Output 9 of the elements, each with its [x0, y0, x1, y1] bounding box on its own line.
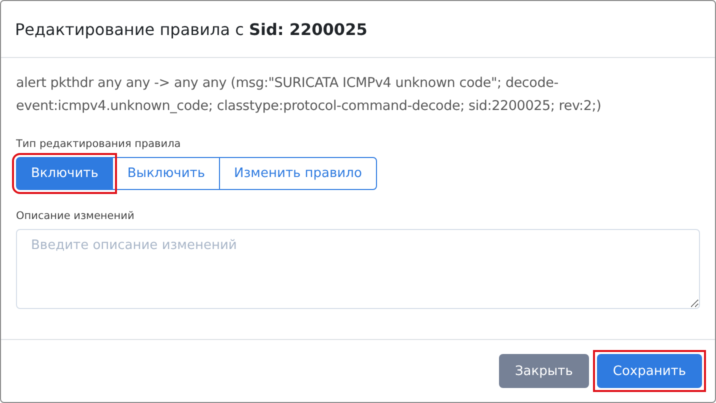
save-button[interactable]: Сохранить — [596, 354, 702, 388]
description-label: Описание изменений — [16, 210, 136, 222]
edit-type-option[interactable]: Выключить — [112, 157, 220, 190]
dialog-title: Редактирование правила с Sid: 2200025 — [15, 20, 368, 38]
close-button[interactable]: Закрыть — [498, 354, 589, 388]
rule-text: alert pkthdr any any -> any any (msg:"SURICATA ICMPv4 unknown code"; decode-event:icmpv4.unknown_code; classtype:protocol-command-decode; sid:2200025; rev:2;) — [16, 74, 602, 116]
edit-type-label: Тип редактирования правила — [16, 138, 182, 150]
edit-type-option[interactable]: Изменить правило — [219, 157, 377, 190]
description-field[interactable]: Введите описание изменений — [16, 229, 700, 309]
